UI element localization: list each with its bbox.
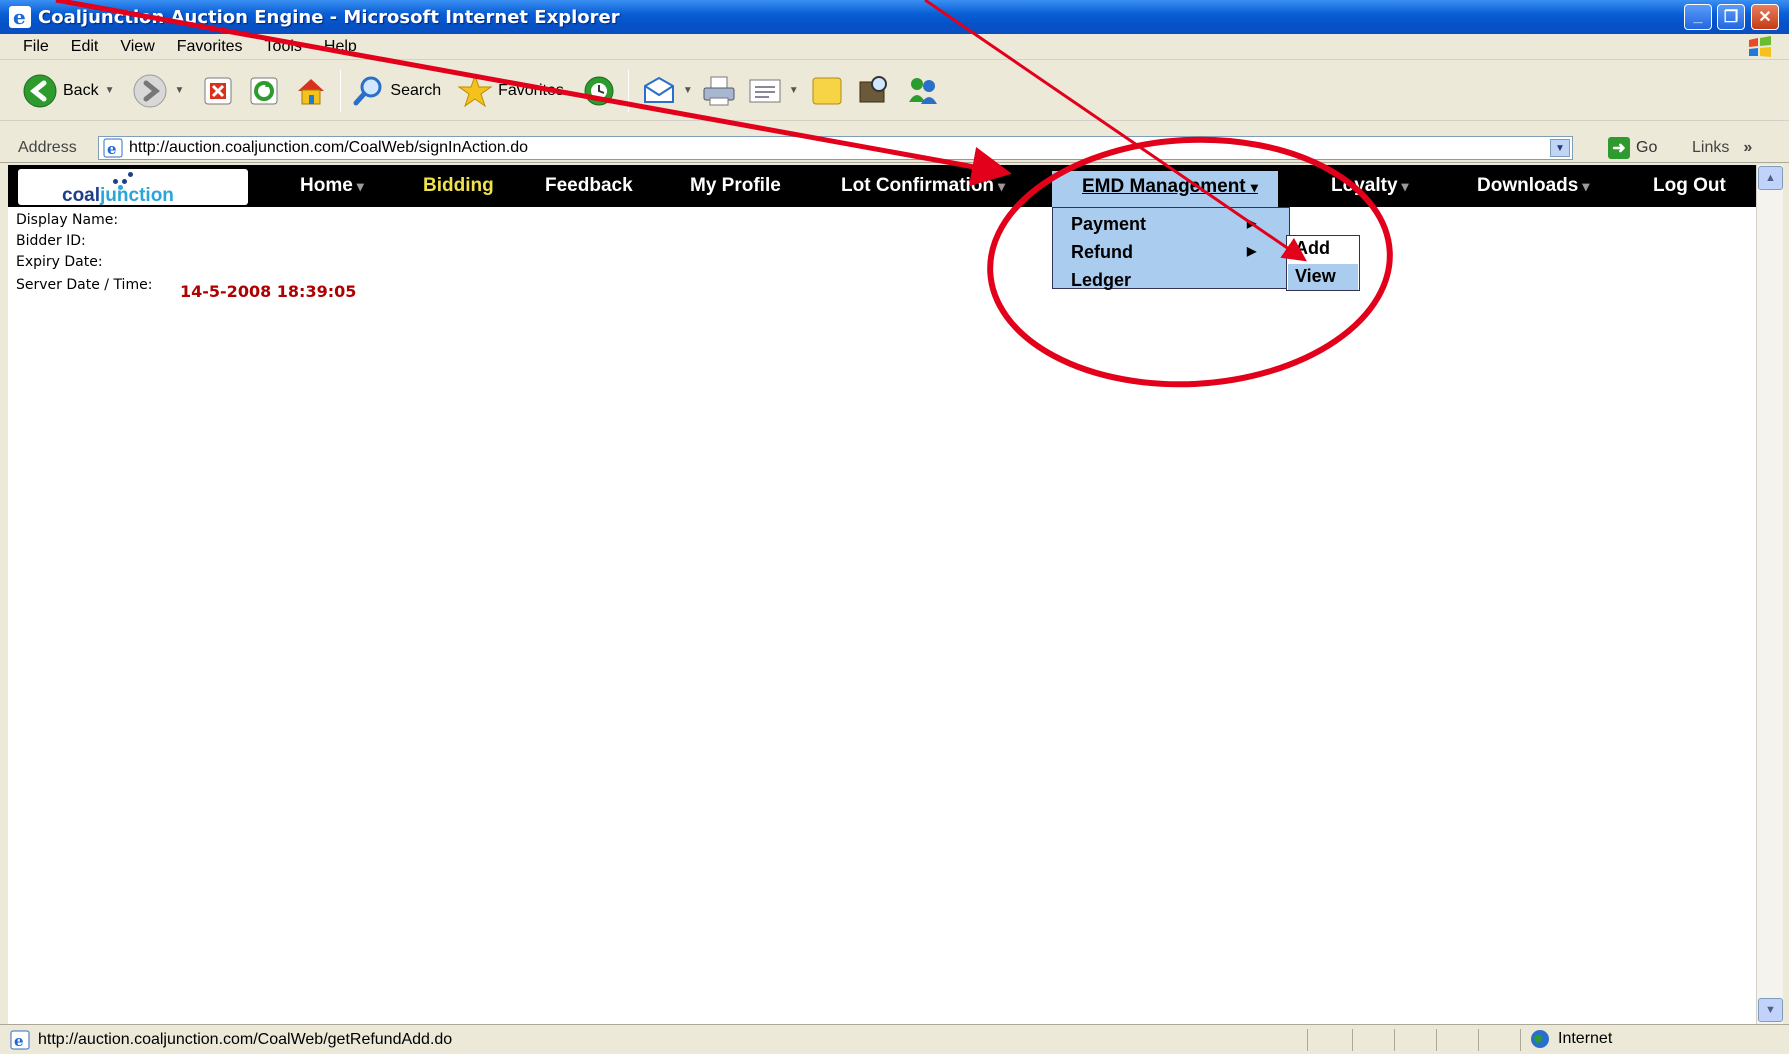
nav-downloads[interactable]: Downloads ▾ [1477, 175, 1589, 197]
favorites-button[interactable]: Favorites [457, 69, 564, 113]
vertical-scrollbar[interactable]: ▲ ▼ [1756, 165, 1783, 1024]
refresh-icon [250, 77, 278, 104]
page-icon: e [103, 138, 123, 158]
scroll-up-button[interactable]: ▲ [1758, 166, 1783, 190]
windows-logo-icon [1749, 36, 1771, 57]
nav-bidding[interactable]: Bidding [423, 175, 494, 197]
print-icon [703, 76, 735, 105]
svg-text:e: e [14, 1032, 24, 1050]
forward-arrow-icon [133, 74, 167, 107]
nav-lot-confirmation[interactable]: Lot Confirmation ▾ [841, 175, 1005, 197]
go-arrow-icon: ➜ [1608, 137, 1630, 159]
stop-button[interactable] [202, 69, 234, 113]
scroll-down-button[interactable]: ▼ [1758, 998, 1783, 1022]
nav-feedback[interactable]: Feedback [545, 175, 633, 197]
home-icon [298, 78, 325, 104]
ie-icon: e [9, 5, 31, 29]
server-time-label: Server Date / Time: [16, 277, 153, 293]
edit-page-icon [749, 79, 781, 102]
address-input[interactable]: e http://auction.coaljunction.com/CoalWe… [98, 136, 1573, 160]
messenger-icon [908, 77, 937, 104]
menu-help[interactable]: Help [313, 38, 368, 56]
history-button[interactable] [582, 69, 616, 113]
history-icon [584, 76, 614, 105]
menu-item-payment[interactable]: Payment ▶ [1071, 214, 1256, 235]
nav-home[interactable]: Home ▾ [300, 175, 364, 197]
nav-loyalty[interactable]: Loyalty ▾ [1331, 175, 1409, 197]
stop-icon [204, 77, 232, 104]
back-arrow-icon [23, 74, 57, 107]
toolbar: Back ▼ ▼ Search Favorites ▼ ▼ [0, 61, 1789, 121]
search-button[interactable]: Search [351, 69, 441, 113]
menu-tools[interactable]: Tools [254, 38, 313, 56]
bidder-id-label: Bidder ID: [16, 233, 86, 249]
maximize-button[interactable]: ❐ [1717, 4, 1745, 30]
window-title: Coaljunction Auction Engine - Microsoft … [38, 6, 620, 28]
minimize-button[interactable]: _ [1684, 4, 1712, 30]
close-button[interactable]: ✕ [1751, 4, 1779, 30]
search-icon [353, 76, 382, 105]
menu-item-ledger[interactable]: Ledger [1071, 270, 1131, 291]
links-toolbar[interactable]: Links» [1692, 139, 1752, 157]
address-url: http://auction.coaljunction.com/CoalWeb/… [129, 139, 529, 156]
nav-log-out[interactable]: Log Out [1653, 175, 1726, 197]
menu-favorites[interactable]: Favorites [166, 38, 254, 56]
mail-icon [643, 76, 674, 103]
address-dropdown-button[interactable]: ▼ [1550, 139, 1570, 157]
submenu-item-add[interactable]: Add [1295, 238, 1330, 259]
menu-item-refund[interactable]: Refund ▶ [1071, 242, 1256, 263]
browser-window: e Coaljunction Auction Engine - Microsof… [0, 0, 1789, 1054]
back-button[interactable]: Back ▼ [22, 69, 114, 113]
title-bar: e Coaljunction Auction Engine - Microsof… [0, 0, 1789, 34]
security-zone: Internet [1530, 1029, 1612, 1049]
home-button[interactable] [294, 69, 328, 113]
nav-my-profile[interactable]: My Profile [690, 175, 781, 197]
go-button[interactable]: ➜ Go [1608, 137, 1657, 159]
research-button[interactable] [855, 69, 891, 113]
menu-file[interactable]: File [12, 38, 60, 56]
display-name-label: Display Name: [16, 212, 119, 228]
forward-button[interactable]: ▼ [132, 69, 184, 113]
site-nav-bar: coaljunction Home ▾ Bidding Feedback My P… [8, 165, 1756, 207]
menu-edit[interactable]: Edit [60, 38, 110, 56]
submenu-item-view[interactable]: View [1295, 266, 1336, 287]
nav-emd-management[interactable]: EMD Management ▾ [1052, 171, 1278, 207]
discuss-button[interactable] [809, 69, 845, 113]
mail-button[interactable]: ▼ [641, 69, 693, 113]
menu-bar: File Edit View Favorites Tools Help [0, 34, 1789, 60]
print-button[interactable] [701, 69, 737, 113]
emd-dropdown-menu: Payment ▶ Refund ▶ Ledger [1052, 207, 1290, 291]
expiry-date-label: Expiry Date: [16, 254, 103, 270]
refresh-button[interactable] [248, 69, 280, 113]
coaljunction-logo[interactable]: coaljunction [18, 169, 248, 206]
address-bar: Address e http://auction.coaljunction.co… [0, 133, 1789, 163]
menu-view[interactable]: View [109, 38, 165, 56]
globe-icon [1531, 1030, 1549, 1048]
research-icon [859, 75, 887, 102]
status-bar: e http://auction.coaljunction.com/CoalWe… [0, 1024, 1789, 1054]
address-label: Address [18, 138, 77, 156]
svg-text:e: e [13, 5, 26, 29]
favorites-star-icon [457, 74, 493, 107]
status-url: http://auction.coaljunction.com/CoalWeb/… [38, 1030, 453, 1048]
messenger-button[interactable] [905, 69, 941, 113]
page-status-icon: e [10, 1030, 30, 1050]
refund-submenu: Add View [1286, 235, 1360, 291]
edit-button[interactable]: ▼ [747, 69, 799, 113]
svg-text:e: e [107, 140, 117, 158]
server-time-value: 14-5-2008 18:39:05 [180, 282, 357, 301]
note-icon [812, 77, 842, 104]
